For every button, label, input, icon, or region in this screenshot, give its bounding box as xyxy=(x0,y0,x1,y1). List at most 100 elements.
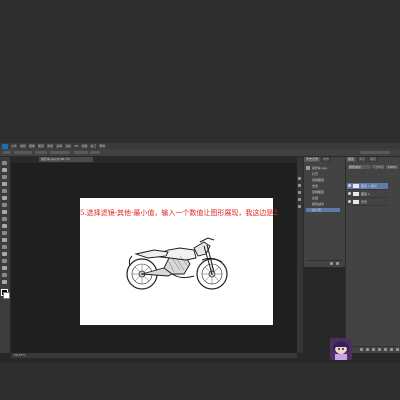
dock-icon-4[interactable] xyxy=(298,198,301,201)
tab-history[interactable]: 历史记录 xyxy=(304,157,321,162)
tools-panel xyxy=(0,157,10,353)
menu-filter[interactable]: 滤镜 xyxy=(65,144,71,148)
layer-row-selected[interactable]: 图层 1 拷贝 xyxy=(347,183,388,190)
history-item-selected[interactable]: 最小值 xyxy=(306,208,340,212)
opacity-input[interactable]: 100% xyxy=(386,165,398,169)
tab-channels[interactable]: 通道 xyxy=(357,157,368,162)
tutorial-caption: 5.选择滤镜-其他-最小值，输入一个数值让图形展现，我这边是2 xyxy=(80,209,278,217)
history-item[interactable]: 复制图层 xyxy=(306,178,340,182)
menu-layer[interactable]: 图层 xyxy=(38,144,44,148)
tab-actions[interactable]: 动作 xyxy=(321,157,332,162)
history-item-label: 颜色减淡 xyxy=(312,202,325,206)
history-item[interactable]: 复制图层 xyxy=(306,190,340,194)
history-item-label: 反相 xyxy=(312,196,319,200)
visibility-eye-icon[interactable] xyxy=(348,192,351,195)
path-select-tool-icon[interactable] xyxy=(2,273,7,277)
folder-icon[interactable] xyxy=(384,348,387,351)
layer-row[interactable]: 背景 xyxy=(347,199,388,206)
history-item-label: 摩托车.jpg xyxy=(312,166,327,170)
history-item[interactable]: 去色 xyxy=(306,184,340,188)
option-control-2[interactable] xyxy=(35,151,47,154)
menu-select[interactable]: 选择 xyxy=(56,144,62,148)
layer-name: 图层 1 拷贝 xyxy=(361,184,377,188)
mask-icon[interactable] xyxy=(372,348,375,351)
fx-icon[interactable] xyxy=(366,348,369,351)
layer-thumbnail xyxy=(353,192,359,196)
shape-tool-icon[interactable] xyxy=(2,280,7,284)
pen-tool-icon[interactable] xyxy=(2,259,7,263)
menu-window[interactable]: 窗口 xyxy=(90,144,96,148)
history-item-label: 复制图层 xyxy=(312,190,325,194)
handlebar xyxy=(199,237,215,243)
layer-name: 背景 xyxy=(361,200,368,204)
layer-thumbnail xyxy=(353,184,359,188)
history-item-label: 复制图层 xyxy=(312,178,325,182)
dock-icon-2[interactable] xyxy=(298,184,301,187)
history-item[interactable]: 颜色减淡 xyxy=(306,202,340,206)
eraser-tool-icon[interactable] xyxy=(2,231,7,235)
history-snapshot[interactable]: 摩托车.jpg xyxy=(306,166,340,170)
new-snapshot-icon[interactable] xyxy=(330,262,333,265)
option-control-1[interactable] xyxy=(14,151,32,154)
visibility-eye-icon[interactable] xyxy=(348,200,351,203)
menu-view[interactable]: 视图 xyxy=(81,144,87,148)
motorcycle-sketch xyxy=(126,237,228,290)
document-canvas[interactable]: 5.选择滤镜-其他-最小值，输入一个数值让图形展现，我这边是2 xyxy=(80,198,278,325)
link-layers-icon[interactable] xyxy=(360,348,363,351)
marquee-tool-icon[interactable] xyxy=(2,168,7,172)
menu-type[interactable]: 类型 xyxy=(47,144,53,148)
new-layer-icon[interactable] xyxy=(390,348,393,351)
menu-3d[interactable]: 3D xyxy=(74,144,78,148)
history-item[interactable]: 打开 xyxy=(306,172,340,176)
menu-file[interactable]: 文件 xyxy=(11,144,17,148)
visibility-eye-icon[interactable] xyxy=(348,184,351,187)
layer-row[interactable]: 图层 1 xyxy=(347,191,388,198)
crop-tool-icon[interactable] xyxy=(2,189,7,193)
move-tool-icon[interactable] xyxy=(2,161,7,165)
layer-thumbnail xyxy=(353,200,359,204)
history-item[interactable]: 反相 xyxy=(306,196,340,200)
opacity-label: 不透明度 xyxy=(372,165,385,169)
blur-tool-icon[interactable] xyxy=(2,245,7,249)
dock-icon-5[interactable] xyxy=(298,205,301,208)
exhaust xyxy=(171,273,195,279)
background-bottom xyxy=(0,363,400,400)
eyedropper-tool-icon[interactable] xyxy=(2,196,7,200)
zoom-level[interactable]: 66.67% xyxy=(14,353,25,357)
dock-icon-1[interactable] xyxy=(298,177,301,180)
brush-tool-icon[interactable] xyxy=(2,210,7,214)
tool-preset-picker[interactable] xyxy=(3,151,11,154)
ps-logo-icon xyxy=(2,143,8,149)
quick-select-tool-icon[interactable] xyxy=(2,182,7,186)
option-control-4[interactable] xyxy=(74,151,88,154)
background-color-swatch[interactable] xyxy=(3,292,10,299)
adjustment-icon[interactable] xyxy=(378,348,381,351)
workspace-switcher[interactable] xyxy=(360,151,390,154)
delete-state-icon[interactable] xyxy=(336,262,339,265)
menu-edit[interactable]: 编辑 xyxy=(20,144,26,148)
blend-mode-select[interactable]: 颜色减淡 xyxy=(348,165,371,169)
history-brush-tool-icon[interactable] xyxy=(2,224,7,228)
tab-paths[interactable]: 路径 xyxy=(368,157,379,162)
trash-icon[interactable] xyxy=(396,348,399,351)
options-bar xyxy=(0,149,400,157)
healing-tool-icon[interactable] xyxy=(2,203,7,207)
layers-footer xyxy=(348,346,399,352)
dock-icon-3[interactable] xyxy=(298,191,301,194)
clone-stamp-tool-icon[interactable] xyxy=(2,217,7,221)
document-tab[interactable]: 摩托车.jpg @ 66.7% xyxy=(39,157,93,162)
gradient-tool-icon[interactable] xyxy=(2,238,7,242)
user-avatar xyxy=(330,338,352,360)
option-control-3[interactable] xyxy=(50,151,70,154)
tab-layers[interactable]: 图层 xyxy=(346,157,357,162)
snapshot-thumbnail xyxy=(306,166,310,170)
history-item-label: 打开 xyxy=(312,172,319,176)
lasso-tool-icon[interactable] xyxy=(2,175,7,179)
menu-help[interactable]: 帮助 xyxy=(99,144,105,148)
menu-image[interactable]: 图像 xyxy=(29,144,35,148)
dodge-tool-icon[interactable] xyxy=(2,252,7,256)
status-bar: 66.67% xyxy=(11,353,297,358)
type-tool-icon[interactable] xyxy=(2,266,7,270)
background-top xyxy=(0,0,400,143)
option-control-5[interactable] xyxy=(90,151,100,154)
